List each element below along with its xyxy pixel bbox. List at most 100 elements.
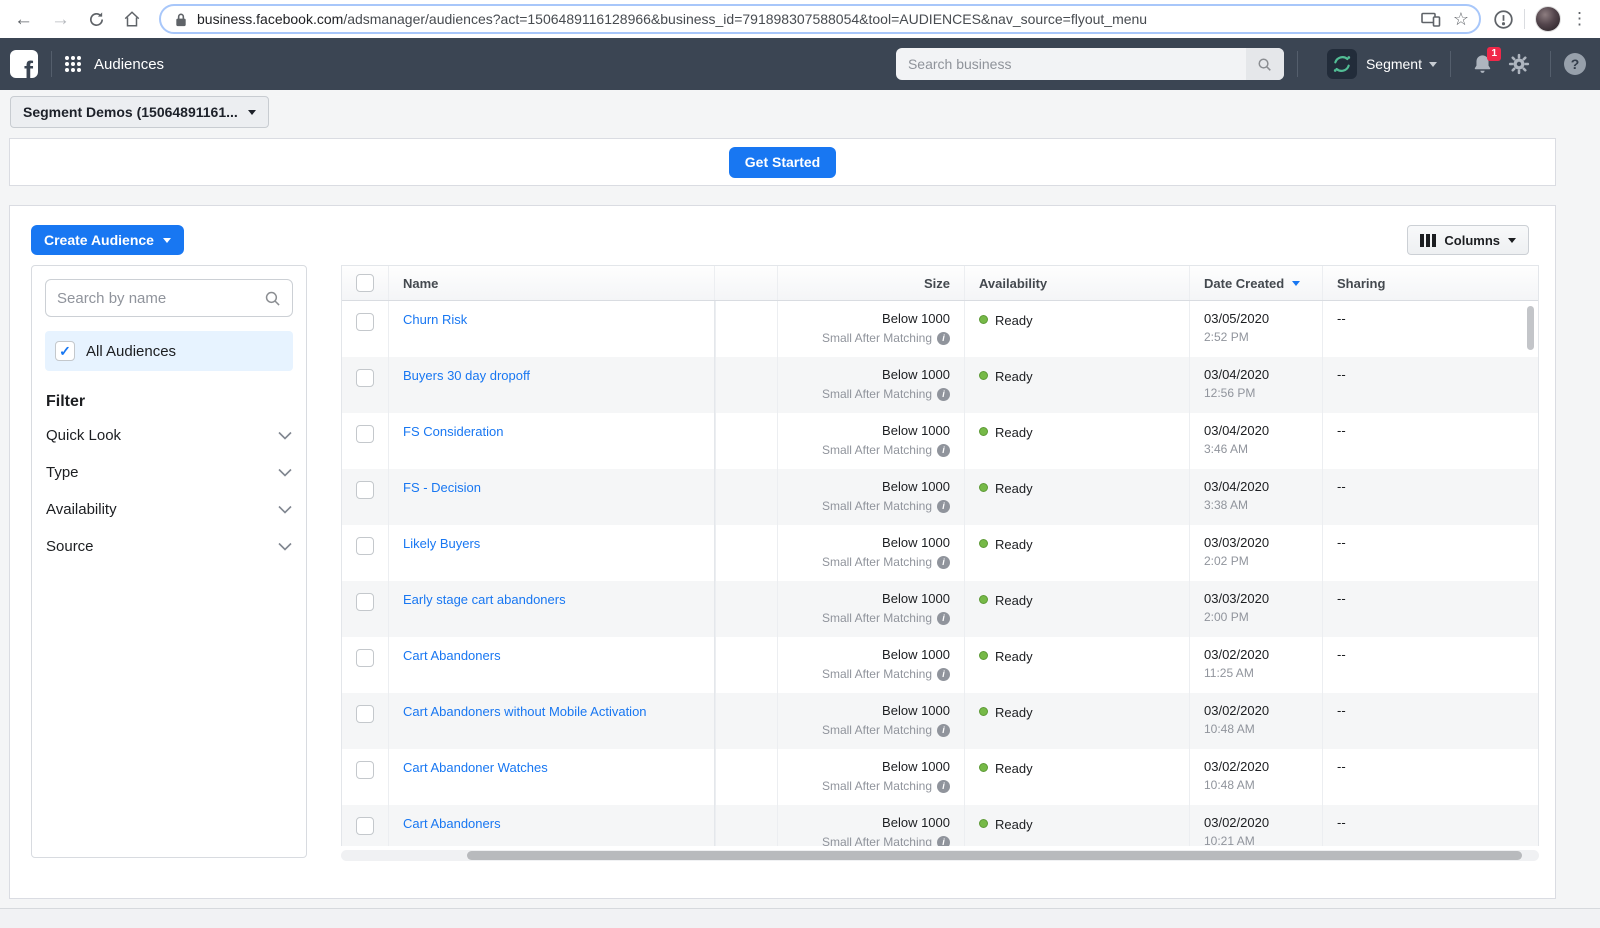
status-dot-icon [979,819,988,828]
account-selector[interactable]: Segment Demos (15064891161... [10,96,269,128]
columns-button[interactable]: Columns [1407,225,1529,255]
create-audience-label: Create Audience [44,232,154,248]
select-all-checkbox[interactable] [356,274,374,292]
chevron-down-icon [163,238,171,243]
vertical-scrollbar[interactable] [1527,306,1534,350]
info-icon[interactable]: i [937,724,950,737]
browser-profile-avatar[interactable] [1535,6,1561,32]
audience-name-link[interactable]: Likely Buyers [403,536,480,551]
audience-name-link[interactable]: Cart Abandoner Watches [403,760,548,775]
status-dot-icon [979,539,988,548]
audience-name-link[interactable]: Cart Abandoners [403,648,501,663]
size-note: Small After Matching [822,779,932,793]
row-checkbox[interactable] [356,313,374,331]
info-icon[interactable]: i [937,388,950,401]
row-checkbox[interactable] [356,537,374,555]
date-created-value: 03/02/2020 [1204,703,1322,718]
table-row: Churn Risk Below 1000 Small After Matchi… [342,301,1538,357]
refresh-icon[interactable] [88,11,105,28]
info-icon[interactable]: i [937,332,950,345]
audience-name-link[interactable]: Cart Abandoners without Mobile Activatio… [403,704,647,719]
time-created-value: 2:00 PM [1204,610,1322,624]
audience-name-link[interactable]: Early stage cart abandoners [403,592,566,607]
size-note: Small After Matching [822,387,932,401]
empty-cell [715,805,777,846]
horizontal-scrollbar-track[interactable] [341,850,1539,861]
extension-icon[interactable] [1493,9,1514,30]
forward-arrow-icon[interactable]: → [51,10,70,29]
audience-name-link[interactable]: Buyers 30 day dropoff [403,368,530,383]
row-checkbox[interactable] [356,761,374,779]
help-button[interactable]: ? [1564,53,1586,75]
info-icon[interactable]: i [937,612,950,625]
table-row: Early stage cart abandoners Below 1000 S… [342,581,1538,637]
info-icon[interactable]: i [937,500,950,513]
info-icon[interactable]: i [937,668,950,681]
filter-availability[interactable]: Availability [32,491,306,528]
header-sharing[interactable]: Sharing [1322,266,1538,300]
audience-size: Below 1000 [778,367,950,382]
filter-source[interactable]: Source [32,528,306,565]
search-icon[interactable] [1246,48,1284,80]
status-dot-icon [979,595,988,604]
date-created-value: 03/02/2020 [1204,815,1322,830]
segment-logo[interactable] [1327,49,1357,79]
row-checkbox[interactable] [356,593,374,611]
row-checkbox[interactable] [356,649,374,667]
all-audiences-checkbox[interactable]: ✓ [55,341,75,361]
row-checkbox[interactable] [356,705,374,723]
audience-name-link[interactable]: FS - Decision [403,480,481,495]
date-created-value: 03/04/2020 [1204,423,1322,438]
home-icon[interactable] [123,10,141,28]
header-availability[interactable]: Availability [964,266,1189,300]
audience-name-link[interactable]: Churn Risk [403,312,467,327]
create-audience-button[interactable]: Create Audience [31,225,184,255]
filter-quick-look[interactable]: Quick Look [32,417,306,454]
business-search-input[interactable] [896,56,1246,72]
notifications-button[interactable]: 1 [1471,53,1494,76]
url-bar[interactable]: business.facebook.com/adsmanager/audienc… [159,4,1481,34]
row-checkbox[interactable] [356,369,374,387]
browser-menu-icon[interactable]: ⋮ [1571,9,1588,29]
audience-name-link[interactable]: FS Consideration [403,424,503,439]
filter-type[interactable]: Type [32,454,306,491]
info-icon[interactable]: i [937,780,950,793]
settings-button[interactable] [1508,53,1530,75]
back-arrow-icon[interactable]: ← [14,10,33,29]
sharing-value: -- [1322,469,1538,525]
get-started-button[interactable]: Get Started [729,147,836,178]
business-name[interactable]: Segment [1366,56,1422,72]
page-title: Audiences [94,56,164,73]
time-created-value: 2:02 PM [1204,554,1322,568]
header-size[interactable]: Size [777,266,964,300]
chevron-down-icon[interactable] [1429,62,1437,67]
date-created-value: 03/05/2020 [1204,311,1322,326]
header-date-created[interactable]: Date Created [1189,266,1322,300]
availability-status: Ready [995,649,1033,664]
info-icon[interactable]: i [937,444,950,457]
audience-size: Below 1000 [778,423,950,438]
columns-label: Columns [1444,233,1500,248]
info-icon[interactable]: i [937,836,950,847]
horizontal-scrollbar-thumb[interactable] [467,851,1522,860]
audience-size: Below 1000 [778,703,950,718]
sharing-value: -- [1322,357,1538,413]
info-icon[interactable]: i [937,556,950,569]
row-checkbox[interactable] [356,425,374,443]
facebook-logo[interactable]: f [10,50,38,78]
filter-label: Availability [46,501,117,518]
time-created-value: 12:56 PM [1204,386,1322,400]
bookmark-star-icon[interactable]: ☆ [1453,9,1469,30]
all-audiences-item[interactable]: ✓ All Audiences [45,331,293,371]
audiences-table: Name Size Availability Date Created Shar… [341,265,1539,846]
table-row: Cart Abandoners without Mobile Activatio… [342,693,1538,749]
row-checkbox[interactable] [356,817,374,835]
search-by-name-input[interactable] [57,290,264,307]
audience-name-link[interactable]: Cart Abandoners [403,816,501,831]
send-to-devices-icon[interactable] [1421,11,1441,27]
apps-grid-icon[interactable] [65,56,81,72]
audience-size: Below 1000 [778,591,950,606]
header-name[interactable]: Name [388,266,714,300]
size-note: Small After Matching [822,443,932,457]
row-checkbox[interactable] [356,481,374,499]
